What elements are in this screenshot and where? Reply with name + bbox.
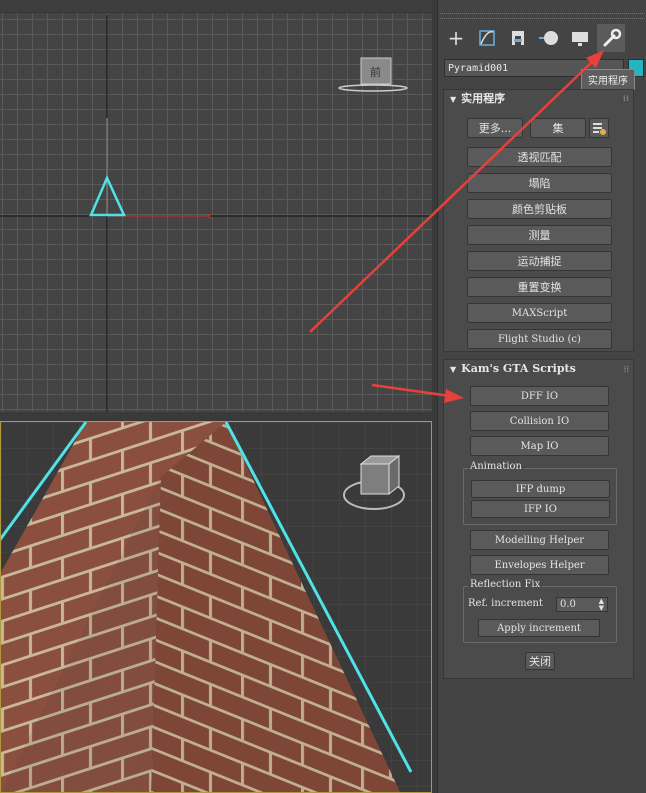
utilities-tab[interactable]	[597, 24, 625, 52]
ifp-dump-button[interactable]: IFP dump	[471, 480, 610, 498]
more-button[interactable]: 更多...	[467, 118, 523, 138]
kams-rollout-title: Kam's GTA Scripts	[461, 362, 576, 375]
flight-studio-button[interactable]: Flight Studio (c)	[467, 329, 612, 349]
hierarchy-icon	[512, 31, 524, 45]
kams-gta-scripts-rollout: ▼ Kam's GTA Scripts ⁞⁞ DFF IO Collision IO…	[443, 359, 634, 679]
utilities-tooltip: 实用程序	[581, 69, 635, 90]
maxscript-button[interactable]: MAXScript	[467, 303, 612, 323]
envelopes-helper-button[interactable]: Envelopes Helper	[470, 555, 609, 575]
perspective-scene	[1, 422, 431, 792]
hierarchy-tab[interactable]	[504, 24, 532, 52]
reset-xform-button[interactable]: 重置变换	[467, 277, 612, 297]
ref-increment-label: Ref. increment	[468, 598, 543, 609]
ref-increment-value: 0.0	[560, 599, 576, 610]
command-panel: + Pyramid001 实用程序 ▼ 实用程序 ⁞⁞ 更多... 集 透视匹配 塌…	[437, 0, 646, 793]
ref-increment-spinner[interactable]: 0.0 ▲ ▼	[556, 597, 608, 612]
ifp-io-button[interactable]: IFP IO	[471, 500, 610, 518]
collapse-button[interactable]: 塌陷	[467, 173, 612, 193]
perspective-match-button[interactable]: 透视匹配	[467, 147, 612, 167]
reflection-fix-group-title: Reflection Fix	[468, 579, 543, 590]
x-axis-label: x	[207, 212, 213, 222]
wrench-icon	[603, 28, 622, 47]
collision-io-button[interactable]: Collision IO	[470, 411, 609, 431]
panel-grip	[440, 13, 645, 19]
configure-sets-button[interactable]	[589, 118, 609, 138]
modify-curve-icon	[479, 30, 495, 46]
rollout-grip-icon: ⁞⁞	[623, 364, 629, 374]
collapse-arrow-icon: ▼	[450, 364, 457, 374]
display-icon	[572, 32, 588, 46]
create-tab[interactable]: +	[442, 24, 470, 52]
command-panel-tabs: +	[438, 24, 646, 54]
color-clipboard-button[interactable]: 颜色剪贴板	[467, 199, 612, 219]
top-viewport-scene: x 前	[0, 15, 432, 412]
rollout-grip-icon: ⁞⁞	[622, 94, 629, 103]
modify-tab[interactable]	[473, 24, 501, 52]
kams-rollout-header[interactable]: ▼ Kam's GTA Scripts ⁞⁞	[444, 360, 633, 378]
display-tab[interactable]	[566, 24, 594, 52]
view-cube-label: 前	[370, 65, 381, 79]
utilities-rollout-title: 实用程序	[461, 92, 506, 105]
top-viewport[interactable]: x 前	[0, 0, 432, 412]
spinner-arrows-icon[interactable]: ▲ ▼	[599, 598, 604, 612]
utilities-rollout-header[interactable]: ▼ 实用程序 ⁞⁞	[444, 90, 633, 108]
configure-sets-icon	[593, 123, 606, 135]
map-io-button[interactable]: Map IO	[470, 436, 609, 456]
measure-button[interactable]: 测量	[467, 225, 612, 245]
animation-group: Animation IFP dump IFP IO	[463, 461, 617, 525]
plus-icon: +	[447, 26, 465, 50]
viewport-splitter[interactable]	[0, 412, 436, 421]
motion-tab[interactable]	[535, 24, 563, 52]
close-button[interactable]: 关闭	[525, 652, 555, 670]
utilities-rollout: ▼ 实用程序 ⁞⁞ 更多... 集 透视匹配 塌陷 颜色剪贴板 测量 运动捕捉 重置…	[443, 89, 634, 352]
modelling-helper-button[interactable]: Modelling Helper	[470, 530, 609, 550]
motion-icon	[539, 31, 558, 45]
apply-increment-button[interactable]: Apply increment	[478, 619, 600, 637]
collapse-arrow-icon: ▼	[450, 95, 457, 104]
reflection-fix-group: Reflection Fix Ref. increment 0.0 ▲ ▼ Appl…	[463, 579, 617, 643]
sets-button[interactable]: 集	[530, 118, 586, 138]
perspective-viewport[interactable]	[0, 421, 432, 793]
dff-io-button[interactable]: DFF IO	[470, 386, 609, 406]
motion-capture-button[interactable]: 运动捕捉	[467, 251, 612, 271]
animation-group-title: Animation	[468, 461, 524, 472]
